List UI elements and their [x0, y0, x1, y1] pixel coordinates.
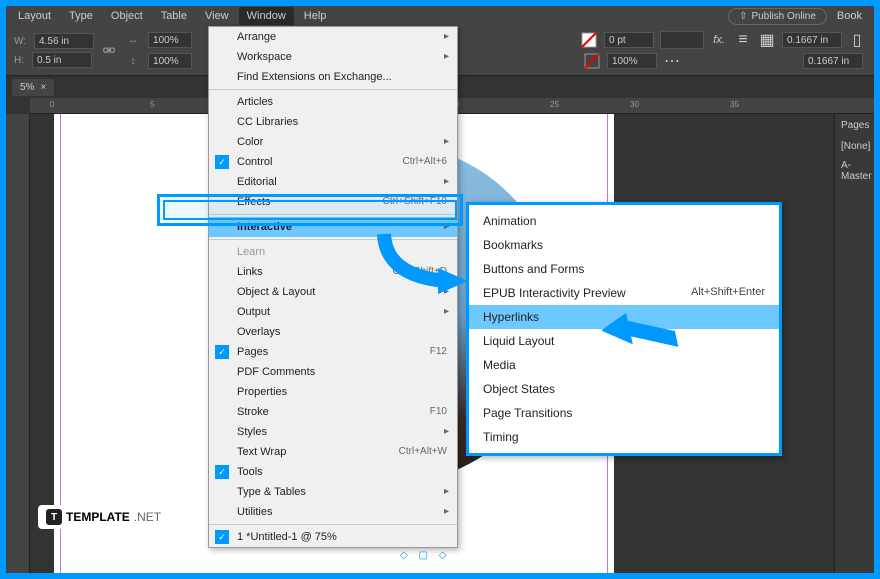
columns-icon[interactable]: ▯: [848, 31, 866, 49]
stroke-style-dropdown[interactable]: [660, 31, 704, 49]
application-window: Layout Type Object Table View Window Hel…: [6, 6, 874, 573]
menu-stroke[interactable]: StrokeF10: [209, 402, 457, 422]
menu-extensions[interactable]: Find Extensions on Exchange...: [209, 67, 457, 87]
scale-x-input[interactable]: [148, 32, 192, 48]
check-icon: ✓: [215, 530, 229, 544]
indent-bottom-input[interactable]: [803, 53, 863, 69]
menu-editorial[interactable]: Editorial: [209, 172, 457, 192]
menu-type[interactable]: Type: [61, 7, 101, 25]
no-fill-icon[interactable]: [580, 31, 598, 49]
menu-open-document[interactable]: ✓1 *Untitled-1 @ 75%: [209, 527, 457, 547]
separator: [209, 524, 457, 525]
effects-icon[interactable]: fx.: [710, 31, 728, 49]
menu-typetables[interactable]: Type & Tables: [209, 482, 457, 502]
scale-x-icon: ↔: [124, 31, 142, 49]
menu-textwrap[interactable]: Text WrapCtrl+Alt+W: [209, 442, 457, 462]
width-label: W:: [14, 36, 26, 47]
menu-cclibraries[interactable]: CC Libraries: [209, 112, 457, 132]
align-icon[interactable]: ≡: [734, 31, 752, 49]
submenu-transitions[interactable]: Page Transitions: [469, 401, 779, 425]
tutorial-arrow-1: [376, 226, 476, 296]
publish-online-button[interactable]: ⇧ Publish Online: [728, 8, 827, 25]
upload-icon: ⇧: [739, 11, 747, 22]
check-icon: ✓: [215, 155, 229, 169]
menu-arrange[interactable]: Arrange: [209, 27, 457, 47]
pages-panel[interactable]: Pages [None] A-Master: [834, 114, 874, 573]
badge-icon: T: [46, 509, 62, 525]
zoom-input[interactable]: [607, 53, 657, 69]
indent-top-input[interactable]: [782, 32, 842, 48]
panel-item-master[interactable]: A-Master: [835, 156, 874, 186]
menubar: Layout Type Object Table View Window Hel…: [6, 6, 874, 26]
template-net-badge: T TEMPLATE.NET: [38, 505, 169, 529]
tutorial-arrow-2: [602, 310, 682, 360]
close-tab-icon[interactable]: ×: [40, 82, 46, 93]
menu-window[interactable]: Window: [239, 7, 294, 25]
menu-tools[interactable]: ✓Tools: [209, 462, 457, 482]
workspace-switcher[interactable]: Book: [829, 10, 870, 22]
text-wrap-icon[interactable]: ▦: [758, 31, 776, 49]
scale-y-icon: ↕: [124, 52, 142, 70]
link-dimensions-icon[interactable]: ⚮: [100, 42, 118, 60]
menu-control[interactable]: ✓ControlCtrl+Alt+6: [209, 152, 457, 172]
panel-header-pages[interactable]: Pages: [835, 114, 874, 137]
submenu-objectstates[interactable]: Object States: [469, 377, 779, 401]
menu-help[interactable]: Help: [296, 7, 335, 25]
separator: [209, 89, 457, 90]
menu-styles[interactable]: Styles: [209, 422, 457, 442]
options-icon[interactable]: ⋯: [663, 52, 681, 70]
panel-item-none[interactable]: [None]: [835, 137, 874, 156]
submenu-epub[interactable]: EPUB Interactivity PreviewAlt+Shift+Ente…: [469, 281, 779, 305]
menu-properties[interactable]: Properties: [209, 382, 457, 402]
scale-y-input[interactable]: [148, 53, 192, 69]
height-input[interactable]: [32, 52, 92, 68]
document-tab[interactable]: 5% ×: [12, 79, 54, 96]
menu-pages[interactable]: ✓PagesF12: [209, 342, 457, 362]
menu-output[interactable]: Output: [209, 302, 457, 322]
submenu-animation[interactable]: Animation: [469, 209, 779, 233]
stroke-weight-input[interactable]: [604, 32, 654, 48]
frame-handles: ◇ ▢ ◇: [400, 550, 450, 561]
submenu-bookmarks[interactable]: Bookmarks: [469, 233, 779, 257]
menu-object[interactable]: Object: [103, 7, 151, 25]
menu-view[interactable]: View: [197, 7, 237, 25]
tutorial-highlight-interactive: [157, 194, 463, 226]
height-label: H:: [14, 55, 24, 66]
check-icon: ✓: [215, 345, 229, 359]
menu-table[interactable]: Table: [153, 7, 195, 25]
menu-color[interactable]: Color: [209, 132, 457, 152]
menu-workspace[interactable]: Workspace: [209, 47, 457, 67]
no-stroke-icon[interactable]: [583, 52, 601, 70]
vertical-ruler: [6, 114, 30, 573]
menu-pdfcomments[interactable]: PDF Comments: [209, 362, 457, 382]
menu-layout[interactable]: Layout: [10, 7, 59, 25]
check-icon: ✓: [215, 465, 229, 479]
menu-overlays[interactable]: Overlays: [209, 322, 457, 342]
menu-articles[interactable]: Articles: [209, 92, 457, 112]
submenu-timing[interactable]: Timing: [469, 425, 779, 449]
submenu-buttons[interactable]: Buttons and Forms: [469, 257, 779, 281]
menu-utilities[interactable]: Utilities: [209, 502, 457, 522]
width-input[interactable]: [34, 33, 94, 49]
